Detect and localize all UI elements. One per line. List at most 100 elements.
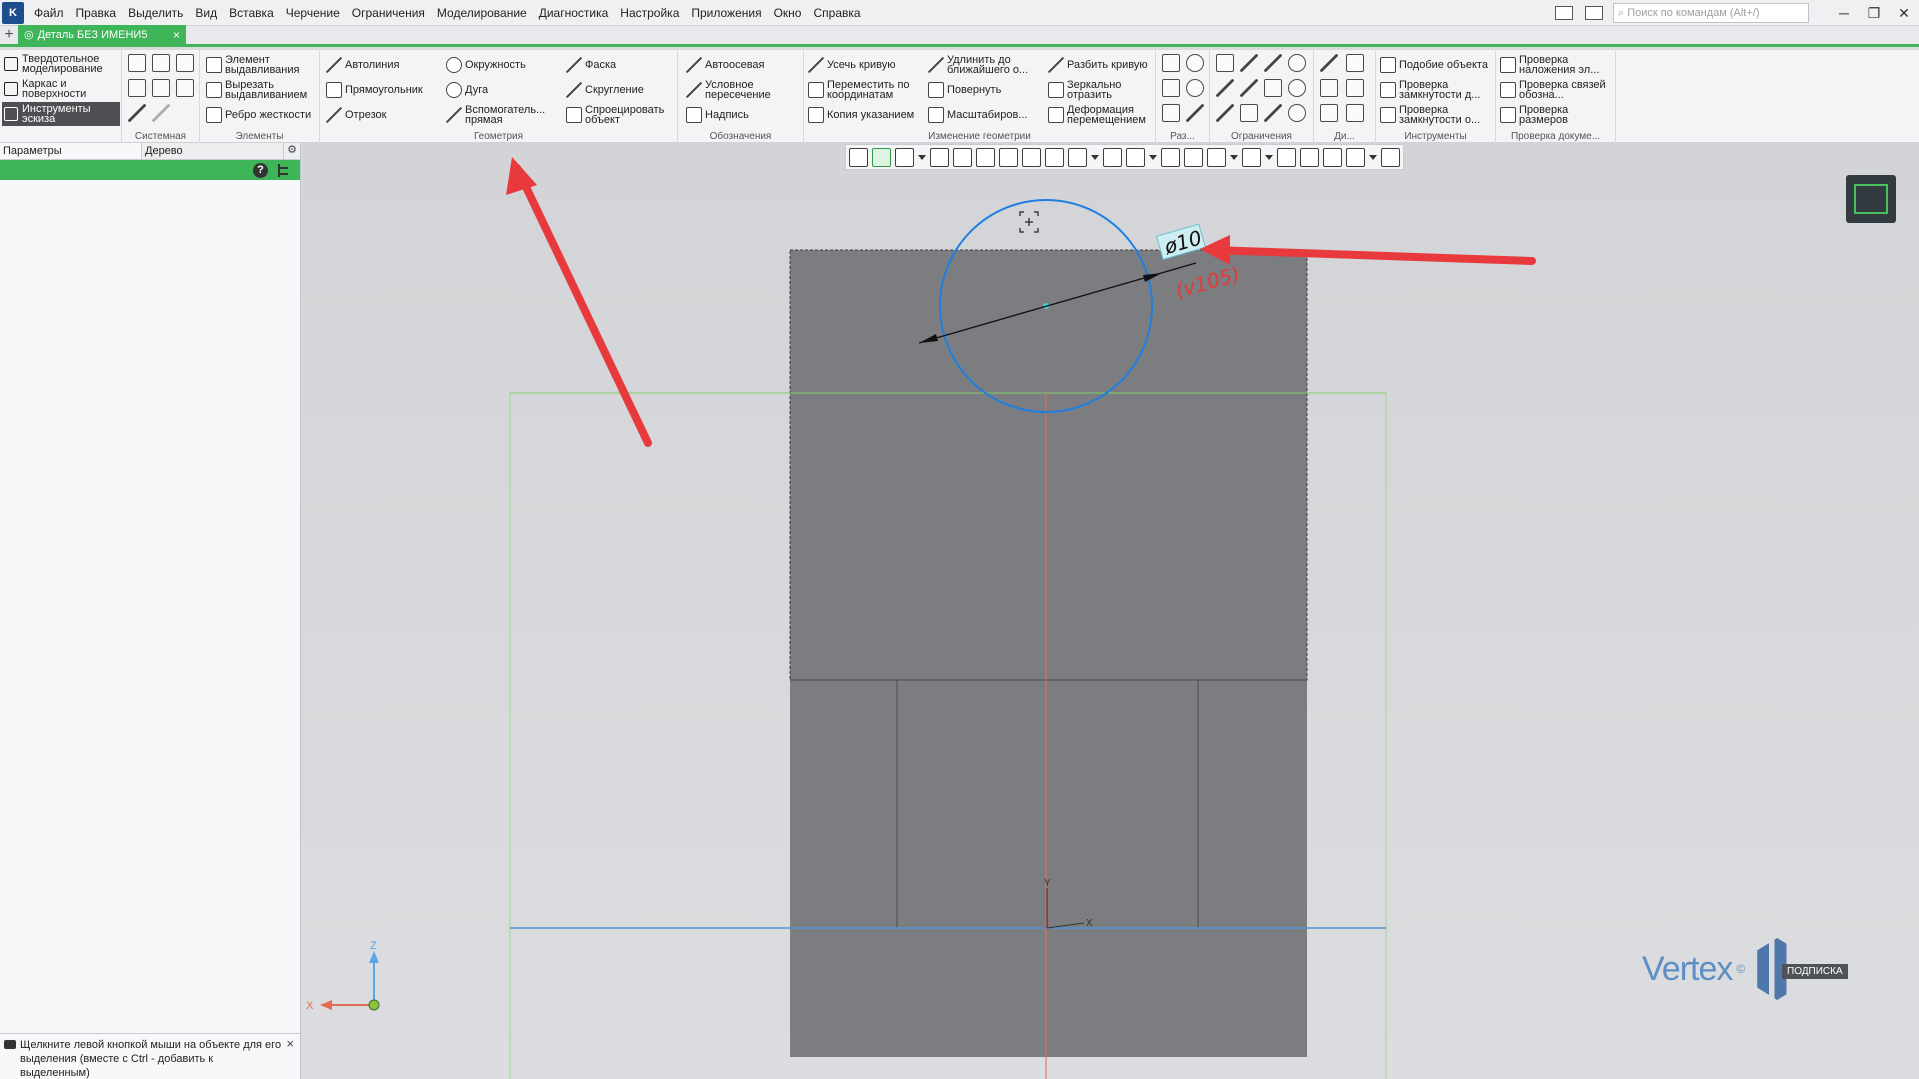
diag-5-icon[interactable] [1320, 104, 1338, 122]
overlap-check-button[interactable]: Проверка наложения эл... [1500, 53, 1614, 77]
menu-settings[interactable]: Настройка [614, 0, 685, 26]
trim-button[interactable]: Усечь кривую [808, 53, 895, 77]
menu-file[interactable]: Файл [28, 0, 70, 26]
arc-button[interactable]: Дуга [446, 78, 488, 102]
cut-extrude-button[interactable]: Вырезать выдавливанием [206, 78, 319, 102]
rotate-button[interactable]: Повернуть [928, 78, 1001, 102]
diameter-dimension-icon[interactable] [1186, 54, 1204, 72]
shaded-icon[interactable] [1161, 147, 1180, 167]
linear-dimension-icon[interactable] [1162, 79, 1180, 97]
menu-window[interactable]: Окно [768, 0, 808, 26]
save-icon[interactable] [176, 54, 194, 72]
chevron-down-icon[interactable] [1091, 148, 1099, 167]
normal-to-icon[interactable] [1022, 147, 1041, 167]
redo-icon[interactable] [152, 104, 170, 122]
preview-icon[interactable] [152, 79, 170, 97]
eyedropper-icon[interactable] [1381, 147, 1400, 167]
angle-constraint-icon[interactable] [1240, 79, 1258, 97]
collinear-icon[interactable] [1216, 104, 1234, 122]
equal-icon[interactable] [1240, 104, 1258, 122]
mode-solid-modeling[interactable]: Твердотельное моделирование [2, 52, 120, 76]
close-hint-icon[interactable]: × [286, 1037, 294, 1051]
save-all-icon[interactable] [176, 79, 194, 97]
mode-wireframe[interactable]: Каркас и поверхности [2, 77, 120, 101]
new-tab-button[interactable]: + [0, 26, 18, 44]
conditional-intersection-button[interactable]: Условное пересечение [686, 78, 803, 102]
chevron-down-icon[interactable] [918, 148, 926, 167]
autoaxis-button[interactable]: Автоосевая [686, 53, 765, 77]
concentric-icon[interactable] [1288, 79, 1306, 97]
new-file-icon[interactable] [128, 54, 146, 72]
wireframe-icon[interactable] [1184, 147, 1203, 167]
rectangle-button[interactable]: Прямоугольник [326, 78, 423, 102]
gear-icon[interactable]: ⚙ [284, 143, 300, 159]
menu-insert[interactable]: Вставка [223, 0, 280, 26]
split-curve-button[interactable]: Разбить кривую [1048, 53, 1148, 77]
exit-sketch-button[interactable] [1846, 175, 1896, 223]
fix-point-icon[interactable] [1216, 54, 1234, 72]
tab-tree[interactable]: Дерево [142, 143, 284, 159]
closure-check-o-button[interactable]: Проверка замкнутости о... [1380, 103, 1494, 127]
close-button[interactable]: ✕ [1889, 5, 1919, 22]
links-check-button[interactable]: Проверка связей обозна... [1500, 78, 1614, 102]
grid-snap-icon[interactable] [849, 147, 868, 167]
similar-object-button[interactable]: Подобие объекта [1380, 53, 1488, 77]
fillet-button[interactable]: Скругление [566, 78, 644, 102]
scale-button[interactable]: Масштабиров... [928, 103, 1027, 127]
display-icon[interactable] [1300, 147, 1319, 167]
segment-button[interactable]: Отрезок [326, 103, 386, 127]
deform-button[interactable]: Деформация перемещением [1048, 103, 1152, 127]
snap-icon[interactable] [895, 147, 914, 167]
menu-constraints[interactable]: Ограничения [346, 0, 431, 26]
app-logo-icon[interactable]: K [2, 1, 24, 24]
arc-dimension-icon[interactable] [1186, 104, 1204, 122]
document-tab[interactable]: ◎ Деталь БЕЗ ИМЕНИ5 × [18, 25, 186, 44]
menu-modeling[interactable]: Моделирование [431, 0, 533, 26]
diag-6-icon[interactable] [1346, 104, 1364, 122]
autoline-button[interactable]: Автолиния [326, 53, 399, 77]
tab-close-icon[interactable]: × [173, 28, 180, 42]
help-icon[interactable]: ? [253, 162, 268, 178]
diag-1-icon[interactable] [1320, 54, 1338, 72]
dimensions-check-button[interactable]: Проверка размеров [1500, 103, 1615, 127]
tree-view-icon[interactable] [278, 163, 290, 177]
circle-button[interactable]: Окружность [446, 53, 526, 77]
menu-diagnostics[interactable]: Диагностика [533, 0, 615, 26]
move-coords-button[interactable]: Переместить по координатам [808, 78, 926, 102]
measure-icon[interactable] [1277, 147, 1296, 167]
menu-view[interactable]: Вид [189, 0, 223, 26]
diag-3-icon[interactable] [1320, 79, 1338, 97]
rotate-view-icon[interactable] [976, 147, 995, 167]
copy-button[interactable]: Копия указанием [808, 103, 914, 127]
vertical-icon[interactable] [1264, 104, 1282, 122]
menu-help[interactable]: Справка [807, 0, 866, 26]
minimize-button[interactable]: ─ [1829, 5, 1859, 21]
menu-drawing[interactable]: Черчение [280, 0, 346, 26]
chevron-down-icon[interactable] [1149, 148, 1157, 167]
local-cs-icon[interactable] [953, 147, 972, 167]
model-viewport[interactable]: ø10 (v105) Y X Z X Vertex © ПОДПИСКА [302, 143, 1919, 1079]
parallel-icon[interactable] [1240, 54, 1258, 72]
radial-dimension-icon[interactable] [1186, 79, 1204, 97]
menu-edit[interactable]: Правка [70, 0, 123, 26]
sketch-orient-icon[interactable] [872, 147, 891, 167]
ortho-icon[interactable] [930, 147, 949, 167]
chamfer-button[interactable]: Фаска [566, 53, 616, 77]
chevron-down-icon[interactable] [1230, 148, 1238, 167]
angle-dimension-icon[interactable] [1162, 104, 1180, 122]
section-icon[interactable] [1242, 147, 1261, 167]
extend-button[interactable]: Удлинить до ближайшего о... [928, 53, 1038, 77]
chevron-down-icon[interactable] [1265, 148, 1273, 167]
layout-split-icon[interactable] [1585, 6, 1603, 20]
rib-button[interactable]: Ребро жесткости [206, 103, 311, 127]
open-file-icon[interactable] [152, 54, 170, 72]
filter-icon[interactable] [1346, 147, 1365, 167]
mirror-button[interactable]: Зеркально отразить [1048, 78, 1152, 102]
diag-4-icon[interactable] [1346, 79, 1364, 97]
diag-2-icon[interactable] [1346, 54, 1364, 72]
tangent-icon[interactable] [1288, 54, 1306, 72]
layers-icon[interactable] [1323, 147, 1342, 167]
symmetry-icon[interactable] [1264, 79, 1282, 97]
pan-icon[interactable] [1103, 147, 1122, 167]
construction-line-button[interactable]: Вспомогатель... прямая [446, 103, 556, 127]
